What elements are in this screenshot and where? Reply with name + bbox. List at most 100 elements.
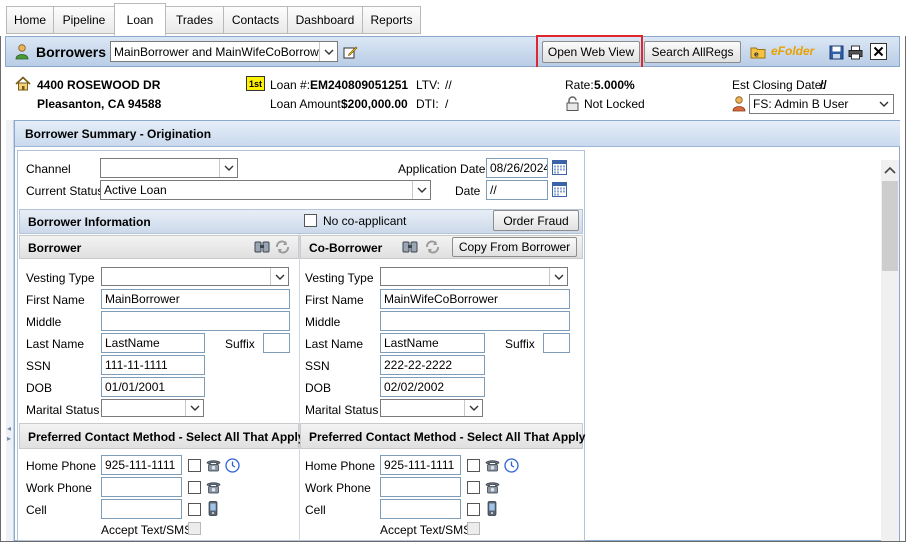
scrollbar-thumb[interactable] xyxy=(882,181,898,271)
phone-icon[interactable] xyxy=(205,479,221,495)
loan-number-label: Loan #: xyxy=(270,78,311,92)
current-status-select[interactable]: Active Loan xyxy=(100,180,431,200)
tab-label: Pipeline xyxy=(62,13,106,27)
coborrower-cell-input[interactable] xyxy=(380,499,461,519)
calendar-icon[interactable] xyxy=(551,159,567,176)
borrower-work-phone-input[interactable] xyxy=(101,477,182,497)
refresh-icon[interactable] xyxy=(274,239,290,254)
address-book-icon[interactable] xyxy=(402,239,418,254)
borrower-ssn-input[interactable]: 111-11-1111 xyxy=(101,355,205,375)
dob-label: DOB xyxy=(305,381,332,395)
coborrower-marital-status-select[interactable] xyxy=(380,399,483,417)
tab-contacts[interactable]: Contacts xyxy=(223,6,288,34)
tab-trades[interactable]: Trades xyxy=(165,6,224,34)
clock-icon[interactable] xyxy=(503,457,519,473)
coborrower-work-phone-checkbox[interactable] xyxy=(467,481,480,494)
scroll-up-icon[interactable] xyxy=(884,163,896,177)
mobile-phone-icon[interactable] xyxy=(206,500,220,516)
address-book-icon[interactable] xyxy=(254,239,270,254)
chevron-down-icon xyxy=(875,95,893,113)
date-input[interactable]: // xyxy=(486,180,548,200)
close-icon[interactable] xyxy=(870,43,887,60)
borrower-marital-status-select[interactable] xyxy=(101,399,204,417)
chevron-down-icon xyxy=(185,400,203,416)
clock-icon[interactable] xyxy=(224,457,240,473)
tab-label: Trades xyxy=(176,13,213,27)
coborrower-title: Co-Borrower xyxy=(309,241,383,255)
last-name-label: Last Name xyxy=(26,337,85,351)
coborrower-accept-text-checkbox[interactable] xyxy=(467,522,480,535)
borrower-suffix-input[interactable] xyxy=(263,333,290,353)
coborrower-dob-input[interactable]: 02/02/2002 xyxy=(380,377,485,397)
dob-label: DOB xyxy=(26,381,53,395)
phone-icon[interactable] xyxy=(484,479,500,495)
section-title: Borrower Summary - Origination xyxy=(25,127,212,141)
coborrower-suffix-input[interactable] xyxy=(543,333,570,353)
phone-icon[interactable] xyxy=(484,457,500,473)
no-coapplicant-label: No co-applicant xyxy=(323,214,407,228)
copy-from-borrower-button[interactable]: Copy From Borrower xyxy=(452,237,577,257)
save-icon[interactable] xyxy=(828,44,844,60)
search-allregs-button[interactable]: Search AllRegs xyxy=(644,41,741,63)
unlocked-icon xyxy=(565,95,579,111)
edit-icon[interactable] xyxy=(342,44,358,60)
first-name-label: First Name xyxy=(305,293,364,307)
borrower-vesting-type-select[interactable] xyxy=(101,267,289,286)
order-fraud-label: Order Fraud xyxy=(503,213,569,228)
borrower-home-phone-input[interactable]: 925-111-1111 xyxy=(101,455,182,475)
cell-label: Cell xyxy=(26,503,47,517)
borrower-dob-input[interactable]: 01/01/2001 xyxy=(101,377,205,397)
coborrower-cell-checkbox[interactable] xyxy=(467,503,480,516)
coborrower-home-phone-input[interactable]: 925-111-1111 xyxy=(380,455,461,475)
est-closing-label: Est Closing Date: xyxy=(732,78,825,92)
main-tab-bar: Home Pipeline Loan Trades Contacts Dashb… xyxy=(0,0,906,36)
loan-number-value: EM240809051251 xyxy=(310,78,409,92)
collapse-left-icon[interactable]: ◂ xyxy=(7,424,11,433)
print-icon[interactable] xyxy=(847,44,863,60)
first-name-label: First Name xyxy=(26,293,85,307)
left-splitter[interactable] xyxy=(6,120,14,541)
efolder-link[interactable]: eFolder xyxy=(771,44,814,58)
coborrower-home-phone-checkbox[interactable] xyxy=(467,459,480,472)
coborrower-first-name-input[interactable]: MainWifeCoBorrower xyxy=(380,289,570,309)
coborrower-last-name-input[interactable]: LastName xyxy=(380,333,485,353)
tab-dashboard[interactable]: Dashboard xyxy=(287,6,363,34)
borrower-accept-text-checkbox[interactable] xyxy=(188,522,201,535)
coborrower-work-phone-input[interactable] xyxy=(380,477,461,497)
cell-label: Cell xyxy=(305,503,326,517)
refresh-icon[interactable] xyxy=(424,239,440,254)
channel-select[interactable] xyxy=(100,158,238,178)
ltv-value: // xyxy=(445,78,452,92)
borrower-middle-input[interactable] xyxy=(101,311,290,331)
collapse-right-icon[interactable]: ▸ xyxy=(7,434,11,443)
calendar-icon[interactable] xyxy=(551,181,567,198)
tab-pipeline[interactable]: Pipeline xyxy=(53,6,115,34)
application-date-input[interactable]: 08/26/2024 xyxy=(486,158,548,178)
loan-amount-value: $200,000.00 xyxy=(341,97,408,111)
tab-home[interactable]: Home xyxy=(6,6,54,34)
coborrower-ssn-input[interactable]: 222-22-2222 xyxy=(380,355,485,375)
assigned-user-select[interactable]: FS: Admin B User xyxy=(749,94,894,114)
current-status-label: Current Status xyxy=(26,184,104,198)
borrower-first-name-input[interactable]: MainBorrower xyxy=(101,289,290,309)
tab-reports[interactable]: Reports xyxy=(362,6,421,34)
borrower-work-phone-checkbox[interactable] xyxy=(188,481,201,494)
borrower-cell-input[interactable] xyxy=(101,499,182,519)
coborrower-middle-input[interactable] xyxy=(380,311,570,331)
middle-label: Middle xyxy=(26,315,62,329)
work-phone-label: Work Phone xyxy=(305,481,371,495)
borrower-home-phone-checkbox[interactable] xyxy=(188,459,201,472)
phone-icon[interactable] xyxy=(205,457,221,473)
borrower-cell-checkbox[interactable] xyxy=(188,503,201,516)
mobile-phone-icon[interactable] xyxy=(485,500,499,516)
borrower-pair-select[interactable]: MainBorrower and MainWifeCoBorrower L xyxy=(110,41,338,62)
no-coapplicant-checkbox[interactable] xyxy=(304,214,317,227)
coborrower-vesting-type-select[interactable] xyxy=(380,267,568,286)
folder-icon[interactable]: e xyxy=(750,44,766,60)
tab-loan[interactable]: Loan xyxy=(114,3,166,36)
order-fraud-button[interactable]: Order Fraud xyxy=(493,210,579,231)
borrower-last-name-input[interactable]: LastName xyxy=(101,333,205,353)
chevron-down-icon xyxy=(270,268,288,285)
chevron-down-icon xyxy=(464,400,482,416)
accept-text-label: Accept Text/SMS xyxy=(380,523,472,537)
